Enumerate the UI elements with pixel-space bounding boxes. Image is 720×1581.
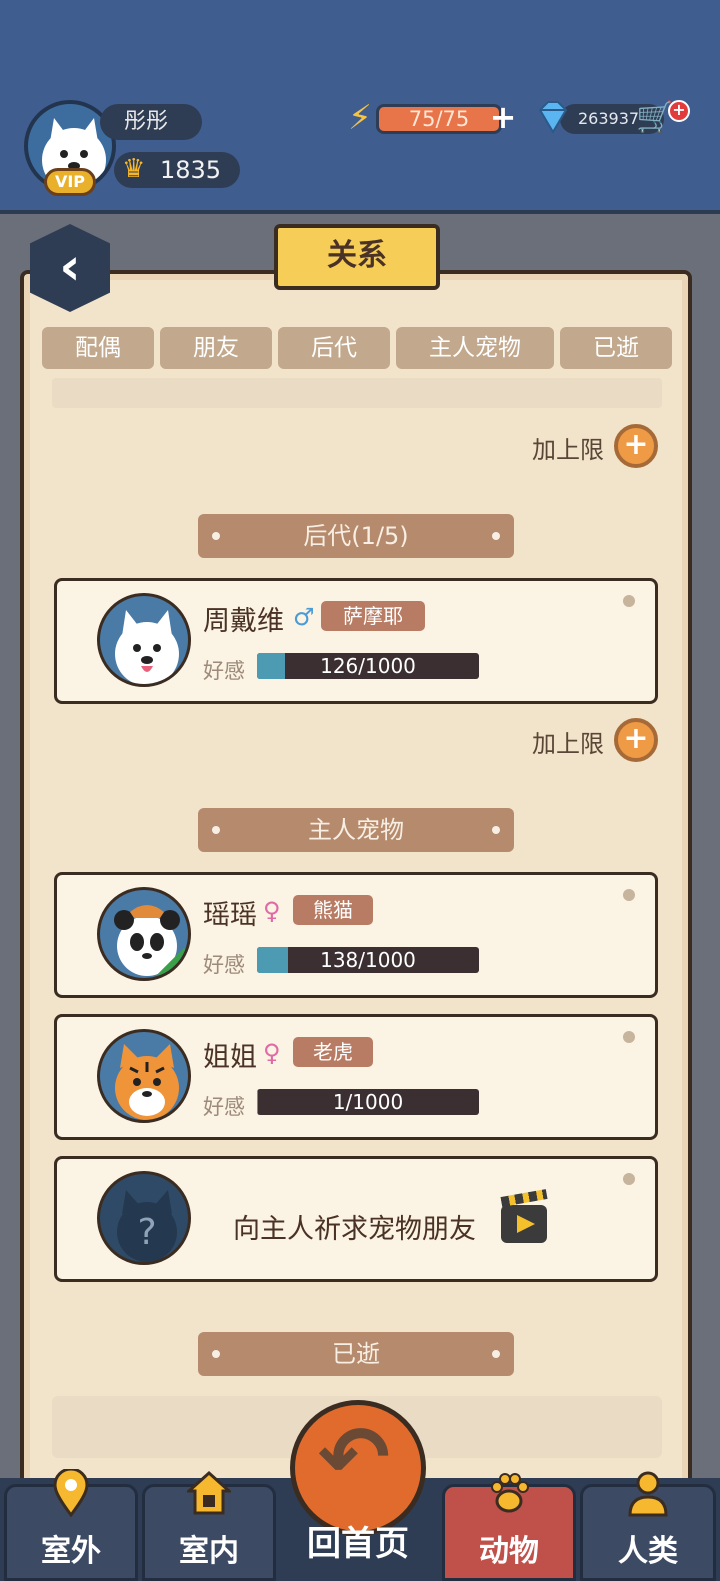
nav-outdoor[interactable]: 室外 [4, 1469, 138, 1581]
nav-label: 人类 [618, 1534, 678, 1569]
crown-icon: ♛ [122, 154, 146, 184]
breed-badge: 萨摩耶 [321, 601, 425, 631]
nav-indoor[interactable]: 室内 [142, 1470, 276, 1581]
nav-animals[interactable]: 动物 [442, 1473, 576, 1581]
section-header-owner-pets: 主人宠物 [198, 808, 514, 852]
affinity-bar: 1/1000 [257, 1089, 479, 1115]
unknown-pet-avatar: ? [97, 1171, 191, 1265]
nav-humans[interactable]: 人类 [580, 1471, 716, 1581]
home-label[interactable]: 回首页 [290, 1516, 426, 1565]
svg-text:?: ? [137, 1212, 156, 1253]
tab-deceased[interactable]: 已逝 [560, 327, 672, 369]
add-limit-friends[interactable]: 加上限 + [532, 424, 672, 468]
cart-plus-badge[interactable]: + [668, 100, 690, 122]
pet-name: 瑶瑶 [203, 900, 257, 931]
energy-counter: 75/75 [376, 104, 502, 134]
relationship-tabs: 配偶 朋友 后代 主人宠物 已逝 [42, 327, 672, 371]
tab-offspring[interactable]: 后代 [278, 327, 390, 369]
nav-label: 动物 [479, 1534, 539, 1569]
nav-label: 室外 [41, 1534, 101, 1569]
add-limit-label: 加上限 [532, 436, 604, 464]
pet-card[interactable]: 姐姐 ♀ 老虎 好感 1/1000 [54, 1014, 658, 1140]
section-header-deceased: 已逝 [198, 1332, 514, 1376]
player-name: 彤彤 [100, 104, 202, 140]
affinity-value: 138/1000 [320, 948, 416, 972]
affinity-bar: 138/1000 [257, 947, 479, 973]
add-limit-label: 加上限 [532, 730, 604, 758]
avatar [97, 593, 191, 687]
offspring-card[interactable]: 周戴维 ♂ 萨摩耶 好感 126/1000 [54, 578, 658, 704]
affinity-value: 1/1000 [332, 1090, 404, 1114]
male-icon: ♂ [293, 603, 315, 631]
affinity-label: 好感 [203, 659, 245, 683]
person-icon [628, 1471, 668, 1517]
plus-icon[interactable]: + [614, 424, 658, 468]
plus-icon[interactable]: + [614, 718, 658, 762]
location-pin-icon [53, 1469, 89, 1517]
diamond-icon [538, 101, 568, 134]
return-arrow-icon: ↶ [318, 1408, 391, 1508]
pet-card[interactable]: 瑶瑶 ♀ 熊猫 好感 138/1000 [54, 872, 658, 998]
page-title: 关系 [274, 224, 440, 290]
house-icon [187, 1470, 231, 1515]
tab-spouse[interactable]: 配偶 [42, 327, 154, 369]
request-pet-card[interactable]: ? 向主人祈求宠物朋友 [54, 1156, 658, 1282]
section-header-offspring: 后代(1/5) [198, 514, 514, 558]
paw-icon [491, 1473, 529, 1513]
affinity-label: 好感 [203, 1095, 245, 1119]
request-pet-prompt: 向主人祈求宠物朋友 [233, 1214, 476, 1245]
breed-badge: 老虎 [293, 1037, 373, 1067]
tab-owner-pets[interactable]: 主人宠物 [396, 327, 554, 369]
avatar [97, 1029, 191, 1123]
pet-name: 周戴维 [203, 606, 284, 637]
panda-icon [114, 905, 188, 978]
nav-label: 室内 [179, 1534, 239, 1569]
affinity-label: 好感 [203, 953, 245, 977]
affinity-bar: 126/1000 [257, 653, 479, 679]
avatar [97, 887, 191, 981]
female-icon: ♀ [263, 1039, 281, 1067]
shop-cart-icon[interactable]: 🛒 [636, 100, 673, 135]
scrolled-content-remnant [52, 378, 662, 408]
breed-badge: 熊猫 [293, 895, 373, 925]
tiger-icon [115, 1044, 179, 1120]
female-icon: ♀ [263, 897, 281, 925]
samoyed-icon [115, 610, 179, 684]
affinity-value: 126/1000 [320, 654, 416, 678]
tab-friends[interactable]: 朋友 [160, 327, 272, 369]
video-ad-icon[interactable] [500, 1189, 548, 1243]
pet-name: 姐姐 [203, 1042, 257, 1073]
add-limit-offspring[interactable]: 加上限 + [532, 718, 672, 762]
lightning-icon: ⚡ [348, 98, 372, 138]
question-mark-icon: ? [117, 1190, 177, 1262]
add-energy-button[interactable]: + [488, 101, 518, 133]
vip-badge: VIP [44, 168, 96, 196]
